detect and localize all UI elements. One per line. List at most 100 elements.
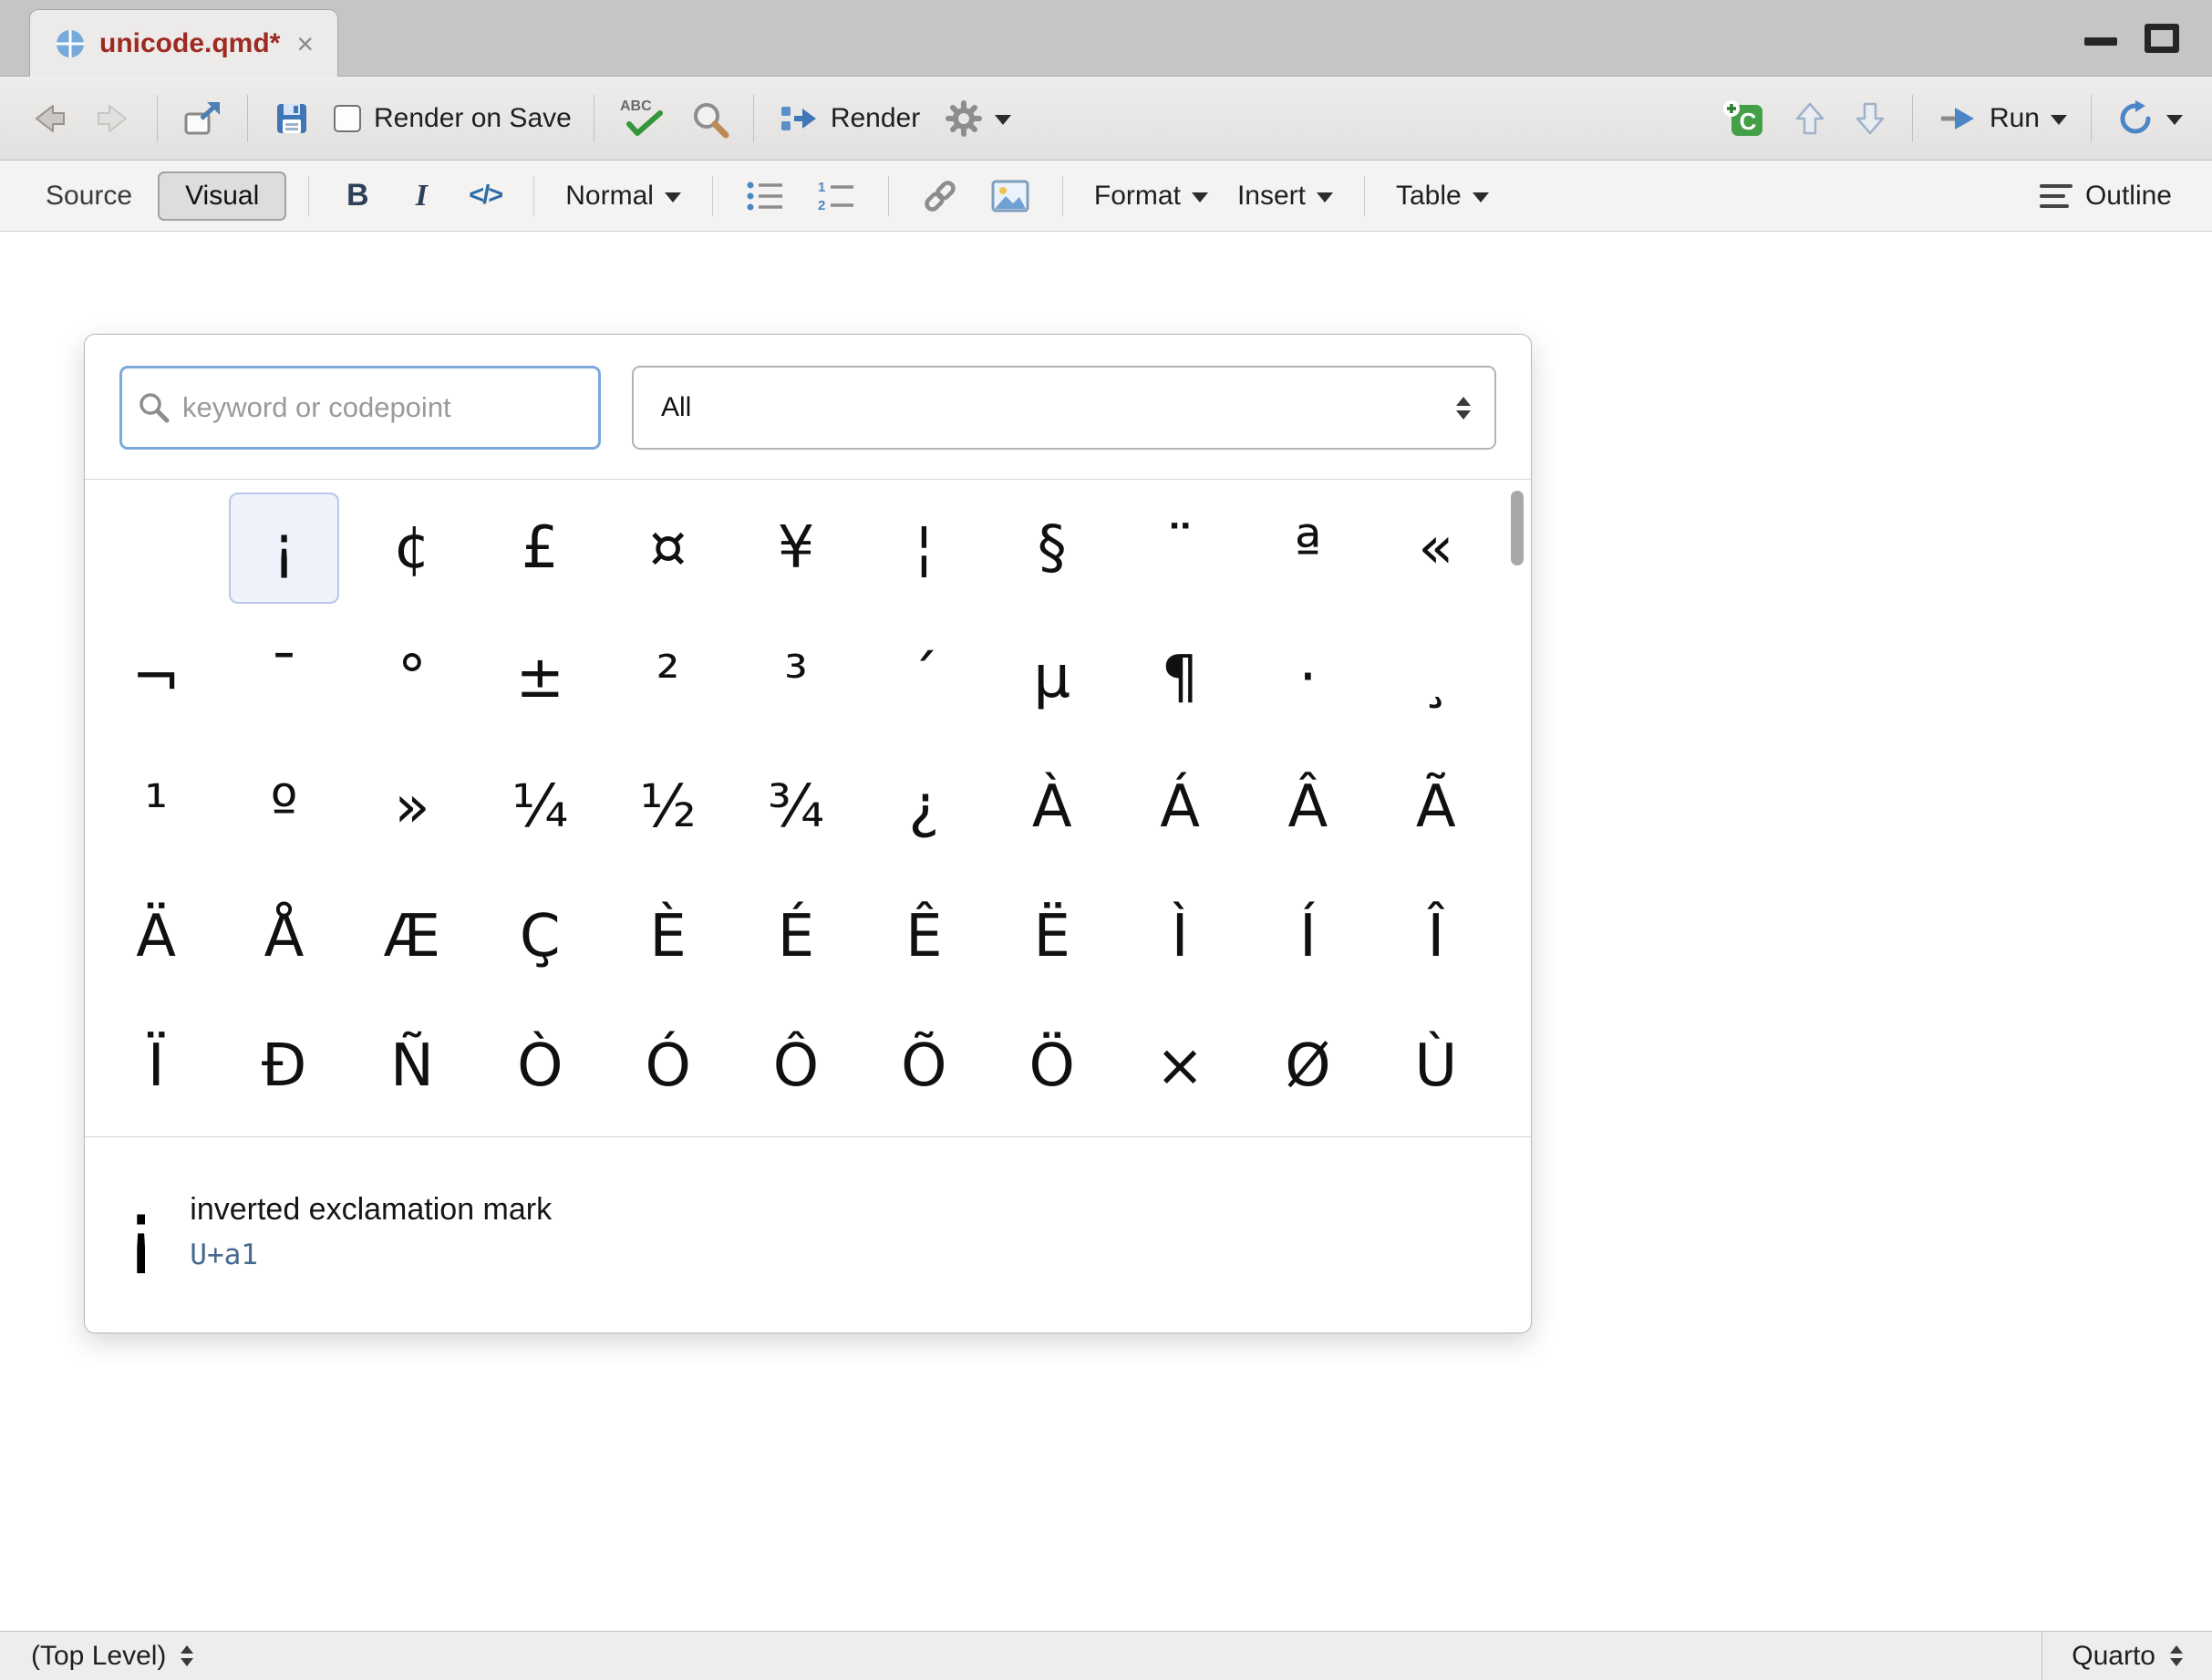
- char-cell[interactable]: À: [997, 752, 1107, 863]
- char-cell[interactable]: Ù: [1381, 1011, 1491, 1122]
- render-on-save-checkbox[interactable]: [334, 105, 361, 132]
- paragraph-style-dropdown[interactable]: Normal: [556, 167, 690, 225]
- char-cell[interactable]: ¿: [869, 752, 978, 863]
- char-cell[interactable]: ¤: [613, 493, 722, 604]
- rerun-button[interactable]: [2106, 89, 2192, 148]
- minimize-icon[interactable]: [2084, 37, 2117, 46]
- source-mode-button[interactable]: Source: [31, 167, 147, 225]
- image-button[interactable]: [980, 167, 1040, 225]
- char-cell[interactable]: ´: [869, 622, 978, 733]
- char-cell[interactable]: µ: [997, 622, 1107, 733]
- char-cell[interactable]: Ô: [741, 1011, 851, 1122]
- visual-mode-button[interactable]: Visual: [158, 171, 286, 221]
- char-cell[interactable]: Æ: [357, 881, 467, 992]
- char-cell[interactable]: ª: [1253, 493, 1362, 604]
- char-cell[interactable]: ¯: [229, 622, 338, 733]
- char-cell[interactable]: Å: [229, 881, 338, 992]
- editor-area[interactable]: All ¡¢£¤¥¦§¨ª« ¬¯°±²³´µ¶·¸ ¹º»¼½¾¿ÀÁÂÃ ÄÅÆÇ…: [0, 232, 2212, 1631]
- char-cell[interactable]: Ç: [485, 881, 594, 992]
- char-cell[interactable]: §: [997, 493, 1107, 604]
- char-cell[interactable]: ¢: [357, 493, 467, 604]
- select-arrows-icon: [1456, 397, 1471, 420]
- format-menu[interactable]: Format: [1085, 167, 1217, 225]
- doc-type-arrows-icon: [2170, 1645, 2183, 1666]
- char-cell[interactable]: Ø: [1253, 1011, 1362, 1122]
- insert-menu[interactable]: Insert: [1228, 167, 1342, 225]
- char-cell[interactable]: «: [1381, 493, 1491, 604]
- back-button[interactable]: [20, 89, 78, 148]
- char-cell[interactable]: £: [485, 493, 594, 604]
- char-cell[interactable]: Ì: [1125, 881, 1235, 992]
- char-cell[interactable]: ¸: [1381, 622, 1491, 733]
- outline-toggle-button[interactable]: Outline: [2029, 167, 2181, 225]
- char-cell[interactable]: Ê: [869, 881, 978, 992]
- char-cell[interactable]: Ó: [613, 1011, 722, 1122]
- code-button[interactable]: </>: [459, 167, 512, 225]
- char-cell[interactable]: Í: [1253, 881, 1362, 992]
- char-cell[interactable]: Ò: [485, 1011, 594, 1122]
- char-cell[interactable]: Á: [1125, 752, 1235, 863]
- char-cell[interactable]: ²: [613, 622, 722, 733]
- render-options-button[interactable]: [935, 89, 1020, 148]
- search-input[interactable]: [119, 366, 601, 450]
- forward-button[interactable]: [84, 89, 142, 148]
- char-cell[interactable]: ·: [1253, 622, 1362, 733]
- category-select[interactable]: All: [632, 366, 1496, 450]
- char-cell[interactable]: ¨: [1125, 493, 1235, 604]
- char-cell[interactable]: ¦: [869, 493, 978, 604]
- tab-unicode-qmd[interactable]: unicode.qmd* ×: [29, 9, 338, 77]
- char-cell[interactable]: ¥: [741, 493, 851, 604]
- char-cell[interactable]: Ë: [997, 881, 1107, 992]
- char-cell[interactable]: ½: [613, 752, 722, 863]
- char-cell[interactable]: ¶: [1125, 622, 1235, 733]
- char-cell[interactable]: »: [357, 752, 467, 863]
- doc-type-selector[interactable]: Quarto: [2041, 1632, 2212, 1680]
- scrollbar-thumb[interactable]: [1511, 491, 1524, 565]
- bullet-list-button[interactable]: [735, 167, 795, 225]
- prev-section-button[interactable]: [1783, 89, 1837, 148]
- char-cell[interactable]: ¬: [101, 622, 211, 733]
- save-button[interactable]: [263, 89, 321, 148]
- char-cell[interactable]: ¼: [485, 752, 594, 863]
- char-cell[interactable]: Ï: [101, 1011, 211, 1122]
- char-cell[interactable]: ¾: [741, 752, 851, 863]
- italic-button[interactable]: I: [395, 167, 448, 225]
- char-cell[interactable]: Â: [1253, 752, 1362, 863]
- table-menu[interactable]: Table: [1387, 167, 1498, 225]
- char-cell[interactable]: Õ: [869, 1011, 978, 1122]
- link-button[interactable]: [911, 167, 969, 225]
- char-cell[interactable]: Ö: [997, 1011, 1107, 1122]
- tab-close-icon[interactable]: ×: [296, 29, 314, 58]
- char-cell[interactable]: Ã: [1381, 752, 1491, 863]
- open-in-new-window-button[interactable]: [172, 89, 233, 148]
- scope-selector[interactable]: (Top Level): [0, 1632, 224, 1680]
- run-button[interactable]: Run: [1928, 89, 2076, 148]
- char-cell[interactable]: É: [741, 881, 851, 992]
- char-cell[interactable]: ±: [485, 622, 594, 733]
- maximize-icon[interactable]: [2145, 24, 2179, 53]
- char-grid: ¡¢£¤¥¦§¨ª« ¬¯°±²³´µ¶·¸ ¹º»¼½¾¿ÀÁÂÃ ÄÅÆÇÈÉÊË…: [92, 483, 1500, 1131]
- char-cell[interactable]: ¹: [101, 752, 211, 863]
- link-icon: [920, 176, 960, 216]
- char-cell[interactable]: ¡: [229, 493, 338, 604]
- quarto-file-icon: [54, 27, 87, 60]
- insert-chunk-button[interactable]: C: [1713, 89, 1777, 148]
- char-cell[interactable]: È: [613, 881, 722, 992]
- search-icon: [136, 389, 171, 424]
- outline-label: Outline: [2085, 181, 2172, 212]
- char-cell[interactable]: º: [229, 752, 338, 863]
- char-cell[interactable]: °: [357, 622, 467, 733]
- char-cell[interactable]: Ä: [101, 881, 211, 992]
- spellcheck-button[interactable]: ABC: [609, 89, 675, 148]
- char-cell[interactable]: Î: [1381, 881, 1491, 992]
- char-cell[interactable]: [101, 493, 211, 604]
- numbered-list-button[interactable]: 1 2: [806, 167, 866, 225]
- next-section-button[interactable]: [1843, 89, 1897, 148]
- char-cell[interactable]: Ñ: [357, 1011, 467, 1122]
- char-cell[interactable]: ³: [741, 622, 851, 733]
- render-button[interactable]: Render: [769, 89, 929, 148]
- char-cell[interactable]: ×: [1125, 1011, 1235, 1122]
- bold-button[interactable]: B: [331, 167, 384, 225]
- find-button[interactable]: [680, 89, 739, 148]
- char-cell[interactable]: Ð: [229, 1011, 338, 1122]
